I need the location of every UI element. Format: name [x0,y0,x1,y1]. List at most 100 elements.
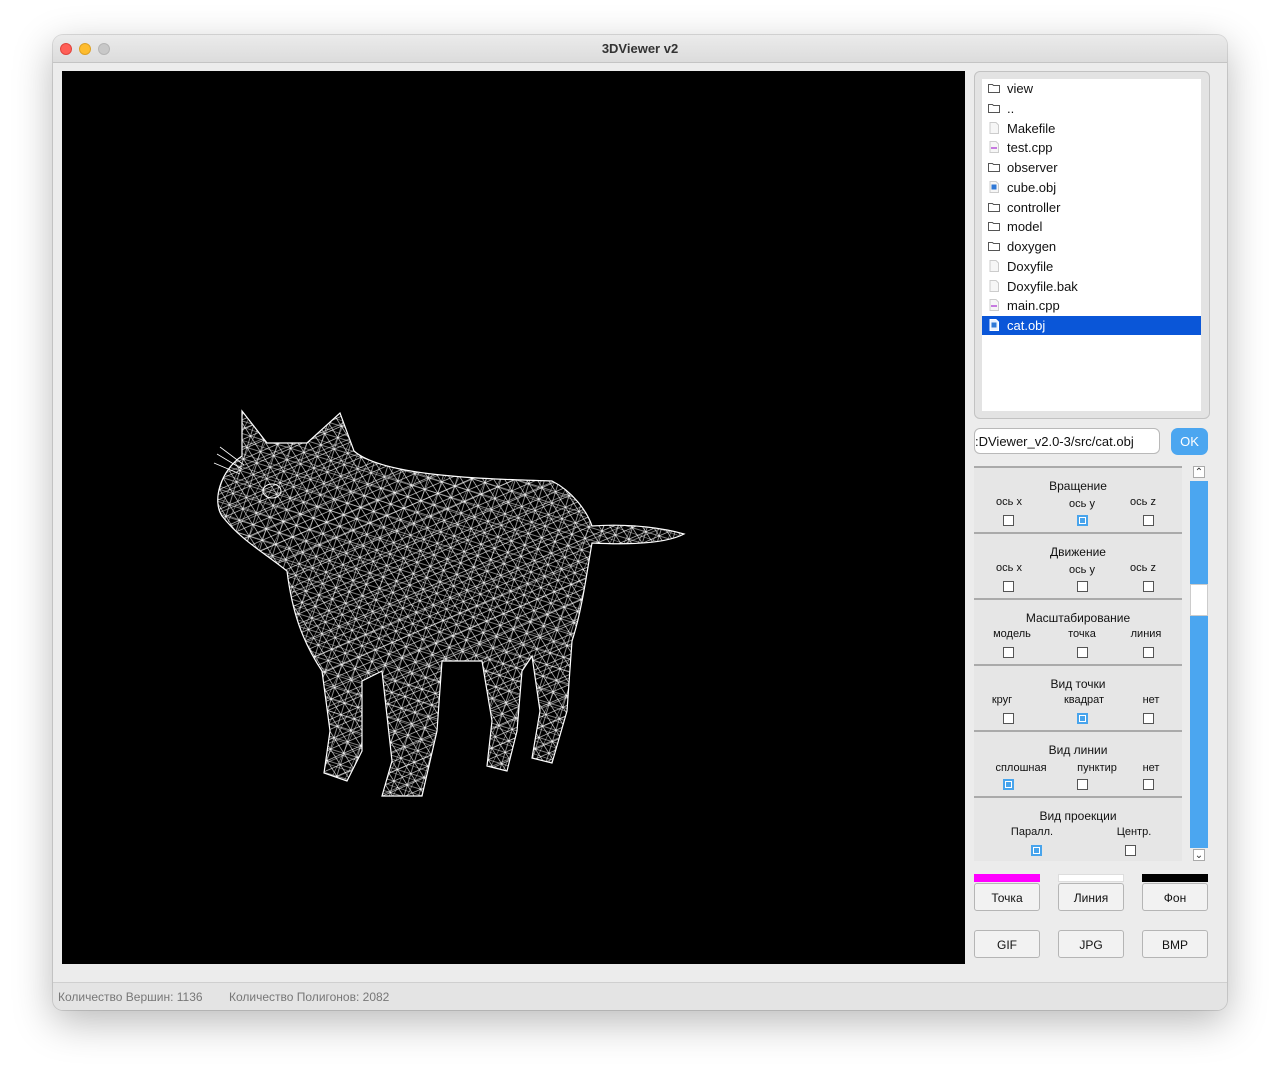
file-item[interactable]: observer [982,158,1201,177]
file-path-value: :DViewer_v2.0-3/src/cat.obj [975,434,1134,449]
point-square-checkbox[interactable] [1077,713,1088,724]
rotation-y-checkbox[interactable] [1077,515,1088,526]
scroll-down-icon[interactable]: ⌄ [1193,849,1205,861]
file-path-input[interactable]: :DViewer_v2.0-3/src/cat.obj [974,428,1160,454]
option-label: модель [993,628,1031,640]
folder-icon [988,242,1000,251]
point-color-swatch [974,874,1040,882]
file-item[interactable]: Makefile [982,119,1201,138]
settings-panel: Вращение ось x ось y ось z Движение ось … [974,466,1182,861]
group-title: Вид проекции [1039,809,1117,823]
folder-icon [988,222,1000,231]
group-title: Вращение [1049,479,1107,493]
line-color-swatch [1058,874,1124,882]
group-title: Масштабирование [1025,611,1131,625]
file-item[interactable]: test.cpp [982,138,1201,157]
option-label: ось z [1130,496,1156,508]
scale-model-checkbox[interactable] [1003,647,1014,658]
file-list[interactable]: view .. Makefile test.cpp observer cube.… [982,79,1201,411]
title-bar: 3DViewer v2 [53,35,1227,63]
folder-icon [988,203,1000,212]
scaling-group: Масштабирование модель точка линия [974,598,1182,665]
file-item[interactable]: doxygen [982,237,1201,256]
file-name: Doxyfile [1007,259,1054,274]
file-item[interactable]: Doxyfile [982,257,1201,276]
file-item[interactable]: controller [982,198,1201,217]
option-label: квадрат [1063,694,1105,706]
vertex-count: Количество Вершин: 1136 [58,990,203,1004]
line-view-group: Вид линии сплошная пунктир нет [974,730,1182,797]
rotation-x-checkbox[interactable] [1003,515,1014,526]
file-name: Doxyfile.bak [1007,279,1078,294]
option-label: ось y [1069,498,1095,510]
file-browser: view .. Makefile test.cpp observer cube.… [974,71,1210,419]
option-label: линия [1130,628,1162,640]
file-name: observer [1007,160,1058,175]
file-name: view [1007,81,1034,96]
group-title: Движение [1050,545,1106,559]
file-name: cat.obj [1007,318,1046,333]
file-item[interactable]: main.cpp [982,296,1201,315]
folder-icon [988,84,1000,93]
line-dashed-checkbox[interactable] [1077,779,1088,790]
line-solid-checkbox[interactable] [1003,779,1014,790]
scroll-up-icon[interactable]: ⌃ [1193,466,1205,478]
scale-point-checkbox[interactable] [1077,647,1088,658]
export-gif-button[interactable]: GIF [974,930,1040,958]
scale-line-checkbox[interactable] [1143,647,1154,658]
projection-parallel-checkbox[interactable] [1031,845,1042,856]
option-label: ось x [996,496,1022,508]
cpp-file-icon [989,299,999,311]
option-label: точка [1068,628,1096,640]
file-item-selected[interactable]: cat.obj [982,316,1201,335]
export-jpg-button[interactable]: JPG [1058,930,1124,958]
projection-central-checkbox[interactable] [1125,845,1136,856]
option-label: ось y [1069,564,1095,576]
file-item[interactable]: Doxyfile.bak [982,277,1201,296]
option-label: сплошная [995,762,1047,774]
scrollbar-thumb[interactable] [1190,584,1208,616]
file-name: controller [1007,200,1061,215]
file-item[interactable]: .. [982,99,1201,118]
movement-group: Движение ось x ось y ось z [974,532,1182,599]
background-color-swatch [1142,874,1208,882]
file-item[interactable]: cube.obj [982,178,1201,197]
background-color-button[interactable]: Фон [1142,883,1208,911]
file-name: main.cpp [1007,298,1060,313]
rotation-group: Вращение ось x ось y ось z [974,466,1182,533]
settings-scrollbar[interactable]: ⌃ ⌄ [1190,466,1208,861]
file-name: .. [1007,101,1015,116]
option-label: ось z [1130,562,1156,574]
cat-wireframe [213,409,686,797]
point-color-button[interactable]: Точка [974,883,1040,911]
obj-file-icon [989,319,999,331]
file-name: test.cpp [1007,140,1053,155]
option-label: Центр. [1116,826,1152,838]
file-item[interactable]: view [982,79,1201,98]
file-item[interactable]: model [982,217,1201,236]
point-view-group: Вид точки круг квадрат нет [974,664,1182,731]
option-label: круг [991,694,1013,706]
line-none-checkbox[interactable] [1143,779,1154,790]
movement-x-checkbox[interactable] [1003,581,1014,592]
projection-group: Вид проекции Паралл. Центр. [974,796,1182,861]
file-name: cube.obj [1007,180,1057,195]
file-name: doxygen [1007,239,1057,254]
point-circle-checkbox[interactable] [1003,713,1014,724]
movement-y-checkbox[interactable] [1077,581,1088,592]
export-bmp-button[interactable]: BMP [1142,930,1208,958]
document-icon [989,280,999,292]
app-window: 3DViewer v2 view .. Makefile test.cpp ob… [53,35,1227,1010]
ok-button[interactable]: OK [1171,428,1208,455]
line-color-button[interactable]: Линия [1058,883,1124,911]
option-label: пунктир [1077,762,1117,774]
movement-z-checkbox[interactable] [1143,581,1154,592]
status-bar: Количество Вершин: 1136 Количество Полиг… [53,982,1227,1010]
point-none-checkbox[interactable] [1143,713,1154,724]
polygon-count: Количество Полигонов: 2082 [229,990,390,1004]
rotation-z-checkbox[interactable] [1143,515,1154,526]
model-viewport[interactable] [62,71,965,964]
scrollbar-track[interactable] [1190,481,1208,848]
folder-icon [988,104,1000,113]
folder-icon [988,163,1000,172]
